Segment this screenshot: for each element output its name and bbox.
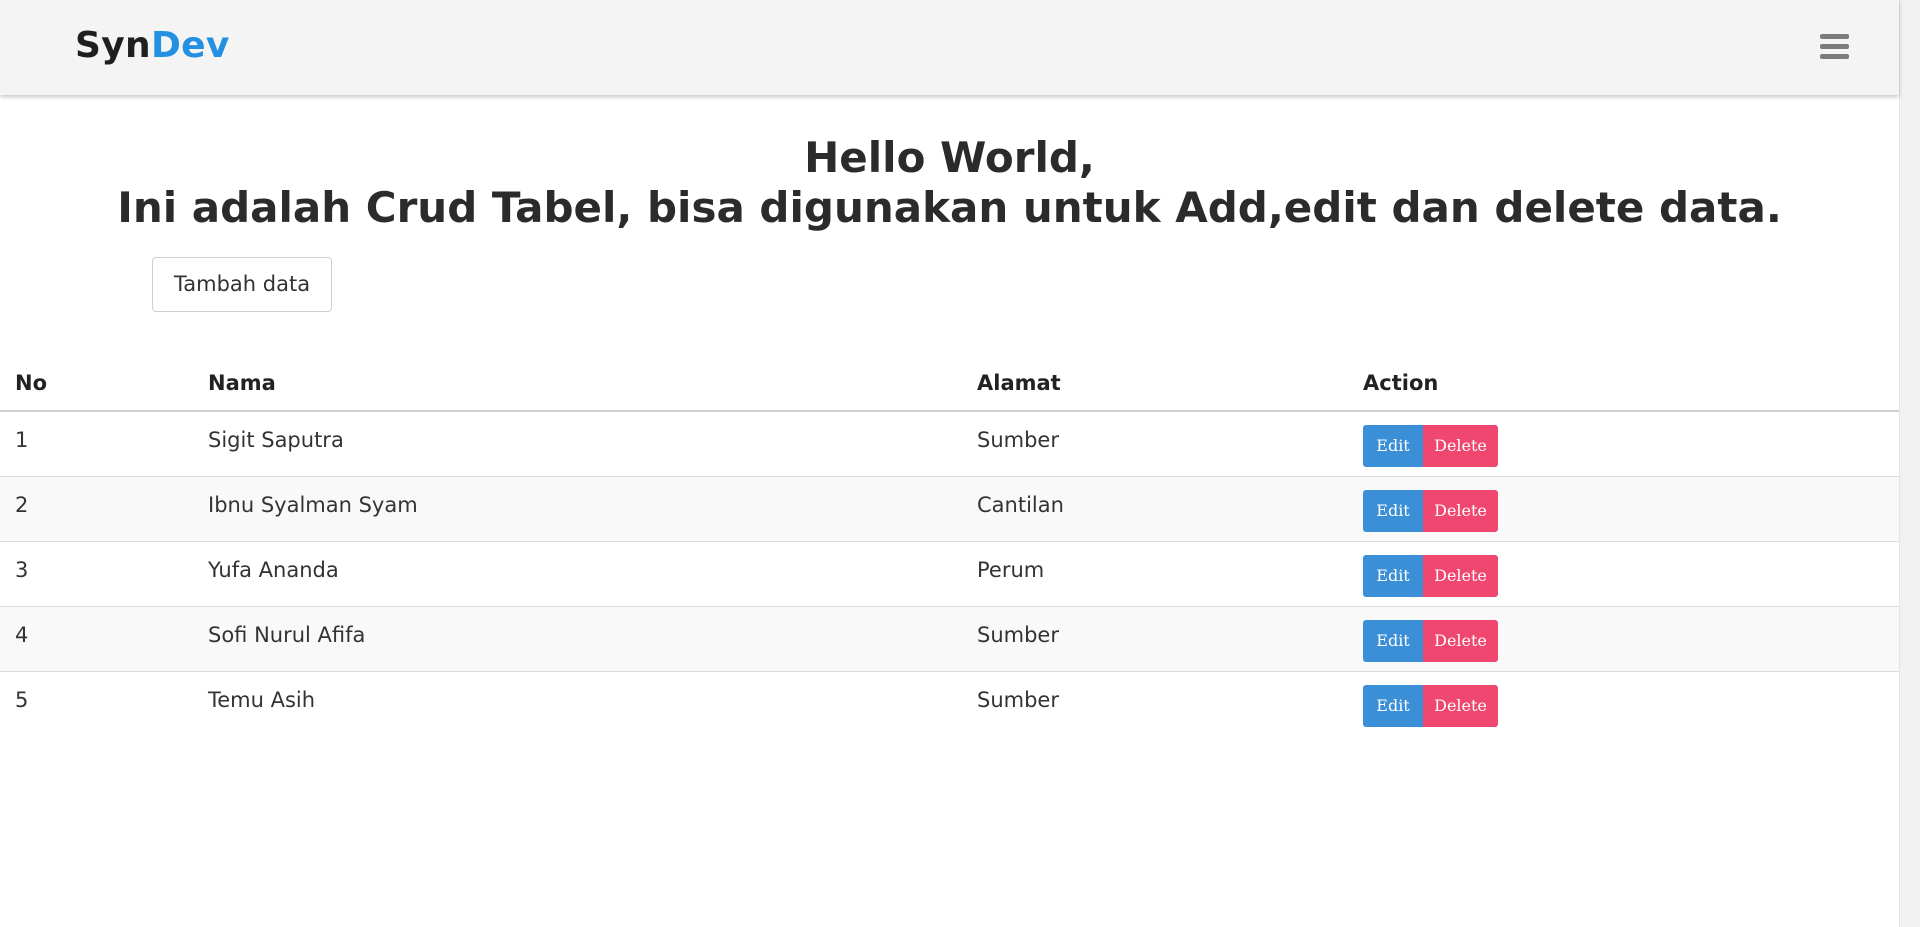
content-area: SynDev Hello World, Ini adalah Crud Tabe… xyxy=(0,0,1899,927)
action-button-group: Edit Delete xyxy=(1363,490,1498,532)
edit-button[interactable]: Edit xyxy=(1363,620,1423,662)
cell-alamat: Cantilan xyxy=(977,476,1363,542)
table-row: 4 Sofi Nurul Afifa Sumber Edit Delete xyxy=(0,606,1899,672)
hamburger-icon[interactable] xyxy=(1820,32,1849,62)
header-no-label: No xyxy=(15,370,48,395)
cell-action: Edit Delete xyxy=(1363,476,1899,542)
cell-no-value: 1 xyxy=(15,428,29,452)
cell-alamat: Perum xyxy=(977,541,1363,607)
delete-button[interactable]: Delete xyxy=(1423,555,1498,597)
brand-part-1: Syn xyxy=(75,25,151,66)
cell-no: 4 xyxy=(0,606,208,672)
page-heading: Hello World, Ini adalah Crud Tabel, bisa… xyxy=(0,133,1899,233)
action-button-group: Edit Delete xyxy=(1363,425,1498,467)
heading-line-2: Ini adalah Crud Tabel, bisa digunakan un… xyxy=(117,183,1782,232)
page: SynDev Hello World, Ini adalah Crud Tabe… xyxy=(0,0,1920,927)
cell-nama-value: Temu Asih xyxy=(208,688,316,712)
delete-button[interactable]: Delete xyxy=(1423,685,1498,727)
cell-no: 1 xyxy=(0,411,208,477)
cell-nama: Sigit Saputra xyxy=(208,411,977,477)
cell-nama: Temu Asih xyxy=(208,672,977,737)
cell-no-value: 2 xyxy=(15,493,29,517)
cell-alamat: Sumber xyxy=(977,672,1363,737)
cell-action: Edit Delete xyxy=(1363,672,1899,737)
table-header-row: No Nama Alamat Action xyxy=(0,355,1899,412)
table-row: 3 Yufa Ananda Perum Edit Delete xyxy=(0,541,1899,607)
cell-no-value: 5 xyxy=(15,688,29,712)
delete-button[interactable]: Delete xyxy=(1423,490,1498,532)
hamburger-bar xyxy=(1820,54,1849,59)
cell-nama-value: Sigit Saputra xyxy=(208,428,344,452)
cell-nama: Ibnu Syalman Syam xyxy=(208,476,977,542)
cell-alamat-value: Cantilan xyxy=(977,493,1064,517)
cell-action: Edit Delete xyxy=(1363,541,1899,607)
cell-no-value: 3 xyxy=(15,558,29,582)
add-data-button[interactable]: Tambah data xyxy=(152,257,332,312)
hamburger-bar xyxy=(1820,44,1849,49)
cell-no: 2 xyxy=(0,476,208,542)
edit-button[interactable]: Edit xyxy=(1363,490,1423,532)
delete-button[interactable]: Delete xyxy=(1423,425,1498,467)
cell-nama-value: Yufa Ananda xyxy=(208,558,339,582)
action-button-group: Edit Delete xyxy=(1363,685,1498,727)
delete-button[interactable]: Delete xyxy=(1423,620,1498,662)
cell-nama: Yufa Ananda xyxy=(208,541,977,607)
heading-line-1: Hello World, xyxy=(804,133,1095,182)
header-action: Action xyxy=(1363,355,1899,412)
edit-button[interactable]: Edit xyxy=(1363,555,1423,597)
hamburger-bar xyxy=(1820,34,1849,39)
cell-alamat: Sumber xyxy=(977,411,1363,477)
header-alamat: Alamat xyxy=(977,355,1363,412)
header-no: No xyxy=(0,355,208,412)
navbar: SynDev xyxy=(0,0,1899,95)
table-row: 5 Temu Asih Sumber Edit Delete xyxy=(0,672,1899,737)
cell-nama-value: Sofi Nurul Afifa xyxy=(208,623,366,647)
cell-alamat-value: Perum xyxy=(977,558,1045,582)
brand-part-2: Dev xyxy=(150,25,230,66)
cell-no: 5 xyxy=(0,672,208,737)
scrollbar[interactable] xyxy=(1899,0,1920,927)
cell-alamat-value: Sumber xyxy=(977,428,1059,452)
action-button-group: Edit Delete xyxy=(1363,620,1498,662)
action-button-group: Edit Delete xyxy=(1363,555,1498,597)
cell-no-value: 4 xyxy=(15,623,29,647)
brand-logo[interactable]: SynDev xyxy=(75,23,230,69)
header-nama: Nama xyxy=(208,355,977,412)
cell-nama: Sofi Nurul Afifa xyxy=(208,606,977,672)
cell-no: 3 xyxy=(0,541,208,607)
data-table: No Nama Alamat Action 1 Sigit Saputra Su… xyxy=(0,355,1899,736)
edit-button[interactable]: Edit xyxy=(1363,425,1423,467)
edit-button[interactable]: Edit xyxy=(1363,685,1423,727)
cell-alamat-value: Sumber xyxy=(977,623,1059,647)
table-row: 1 Sigit Saputra Sumber Edit Delete xyxy=(0,411,1899,477)
cell-nama-value: Ibnu Syalman Syam xyxy=(208,493,418,517)
table-row: 2 Ibnu Syalman Syam Cantilan Edit Delete xyxy=(0,476,1899,542)
cell-alamat: Sumber xyxy=(977,606,1363,672)
cell-action: Edit Delete xyxy=(1363,606,1899,672)
cell-action: Edit Delete xyxy=(1363,411,1899,477)
cell-alamat-value: Sumber xyxy=(977,688,1059,712)
